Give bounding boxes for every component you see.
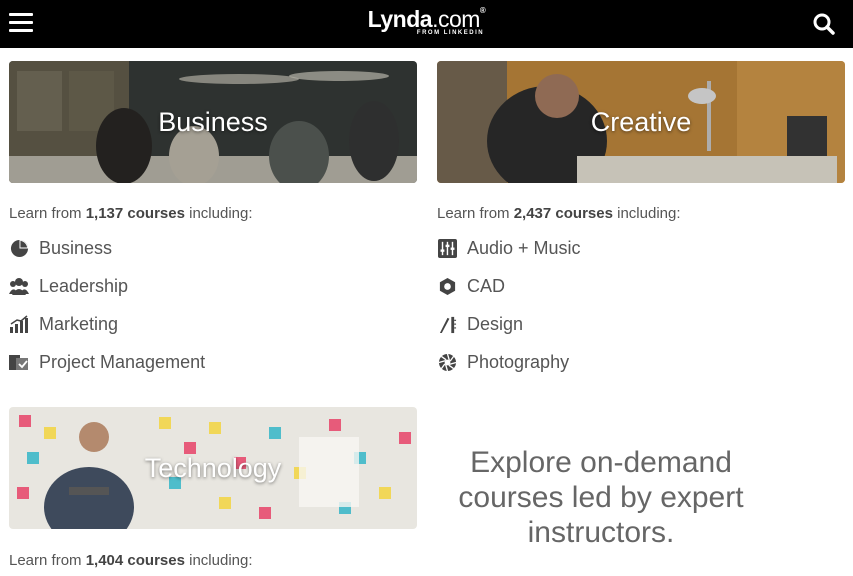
logo-tagline: FROM LINKEDIN — [416, 30, 485, 36]
card-title: Creative — [590, 106, 692, 137]
pie-chart-icon — [9, 238, 29, 258]
learn-prefix: Learn from — [437, 205, 514, 222]
site-logo[interactable]: Lynda.com® FROM LINKEDIN — [0, 6, 853, 36]
technology-course-count-text: Learn from 1,404 courses including: — [9, 552, 253, 569]
subcategory-label: Marketing — [39, 313, 119, 334]
subcategory-marketing[interactable]: Marketing — [9, 305, 205, 343]
explore-tagline: Explore on-demand courses led by expert … — [347, 445, 853, 550]
pen-ruler-icon — [437, 314, 457, 334]
subcategory-label: CAD — [467, 275, 506, 296]
subcategory-photography[interactable]: Photography — [437, 343, 581, 381]
subcategory-label: Audio + Music — [467, 237, 581, 258]
logo-registered: ® — [479, 6, 486, 15]
learn-suffix: including: — [184, 552, 253, 569]
creative-subcategory-list: Audio + Music CAD Design Photography — [437, 229, 581, 381]
subcategory-design[interactable]: Design — [437, 305, 581, 343]
subcategory-label: Leadership — [39, 275, 129, 296]
subcategory-business[interactable]: Business — [9, 229, 205, 267]
subcategory-audio-music[interactable]: Audio + Music — [437, 229, 581, 267]
logo-dotcom: .com — [432, 6, 480, 32]
card-title: Business — [158, 106, 268, 137]
logo-name: Lynda — [367, 6, 433, 32]
course-count: 2,437 courses — [513, 205, 613, 222]
business-course-count-text: Learn from 1,137 courses including: — [9, 205, 253, 222]
bar-chart-icon — [9, 314, 29, 334]
learn-prefix: Learn from — [9, 552, 86, 569]
creative-category-card[interactable]: Creative — [437, 61, 845, 183]
business-category-card[interactable]: Business — [9, 61, 417, 183]
business-subcategory-list: Business Leadership Marketing Project Ma… — [9, 229, 205, 381]
top-nav-bar: Lynda.com® FROM LINKEDIN — [0, 0, 853, 48]
people-icon — [9, 276, 29, 296]
creative-course-count-text: Learn from 2,437 courses including: — [437, 205, 681, 222]
course-count: 1,404 courses — [85, 552, 185, 569]
subcategory-leadership[interactable]: Leadership — [9, 267, 205, 305]
subcategory-project-management[interactable]: Project Management — [9, 343, 205, 381]
subcategory-label: Photography — [467, 351, 570, 372]
subcategory-label: Project Management — [39, 351, 206, 372]
search-icon[interactable] — [813, 13, 835, 35]
aperture-icon — [437, 352, 457, 372]
subcategory-cad[interactable]: CAD — [437, 267, 581, 305]
learn-prefix: Learn from — [9, 205, 86, 222]
tagline-line-3: instructors. — [527, 516, 675, 549]
subcategory-label: Design — [467, 313, 524, 334]
learn-suffix: including: — [184, 205, 253, 222]
learn-suffix: including: — [612, 205, 681, 222]
mixer-icon — [437, 238, 457, 258]
tagline-line-2: courses led by expert — [458, 481, 744, 514]
tagline-line-1: Explore on-demand — [470, 446, 732, 479]
hexagon-icon — [437, 276, 457, 296]
subcategory-label: Business — [39, 237, 113, 258]
course-count: 1,137 courses — [85, 205, 185, 222]
project-icon — [9, 352, 29, 372]
